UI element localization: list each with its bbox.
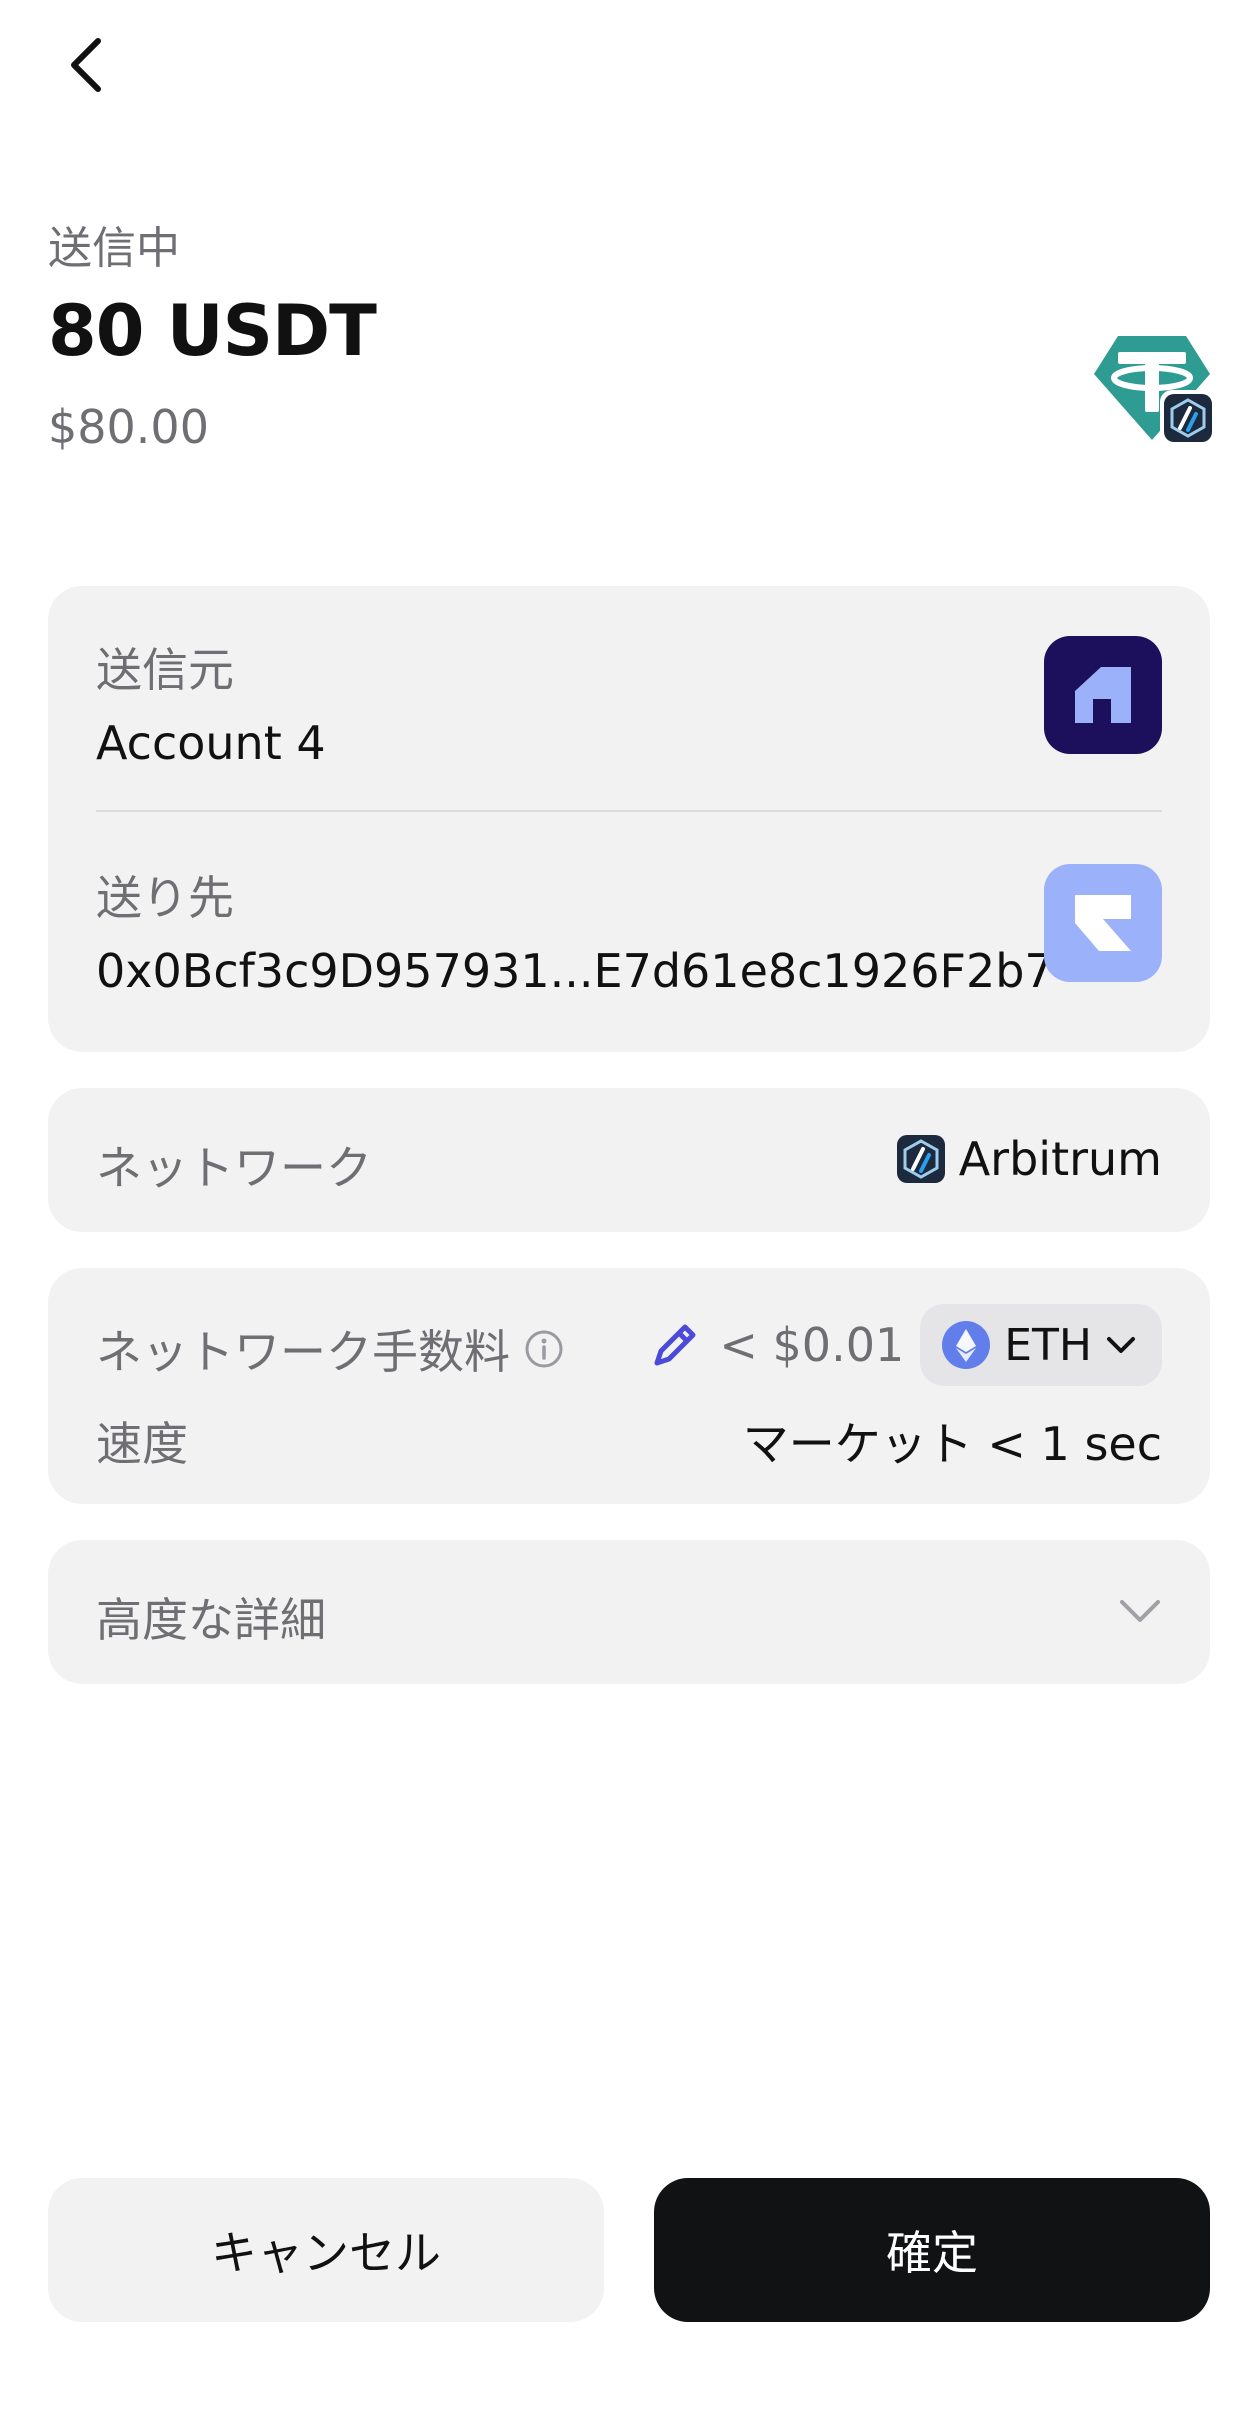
account-logo-icon: [1075, 667, 1131, 723]
chevron-down-icon: [1120, 1600, 1160, 1622]
chevron-down-icon: [1107, 1337, 1135, 1353]
fee-currency: ETH: [1004, 1319, 1092, 1371]
to-address-avatar[interactable]: [1044, 864, 1162, 982]
network-label: ネットワーク: [96, 1141, 372, 1195]
speed-label: 速度: [96, 1417, 188, 1471]
speed-value: マーケット < 1 sec: [742, 1417, 1162, 1471]
fee-label-group: ネットワーク手数料: [96, 1316, 564, 1382]
pencil-icon: [654, 1324, 696, 1366]
fee-value-group: < $0.01 ETH: [647, 1304, 1162, 1386]
send-confirmation-screen: 送信中 80 USDT $80.00 送信元 Account 4 送り先 0x0…: [0, 0, 1260, 2430]
cancel-button[interactable]: キャンセル: [48, 2178, 604, 2322]
to-label: 送り先: [96, 871, 234, 925]
fiat-amount: $80.00: [48, 400, 209, 454]
confirm-button[interactable]: 確定: [654, 2178, 1210, 2322]
from-label: 送信元: [96, 643, 234, 697]
edit-fee-button[interactable]: [647, 1317, 703, 1373]
fee-label: ネットワーク手数料: [96, 1325, 510, 1379]
network-card: ネットワーク Arbitrum: [48, 1088, 1210, 1232]
info-icon[interactable]: [524, 1329, 564, 1369]
accounts-card: 送信元 Account 4 送り先 0x0Bcf3c9D957931...E7d…: [48, 586, 1210, 1052]
chevron-left-icon: [71, 38, 101, 92]
recipient-logo-icon: [1075, 895, 1131, 951]
advanced-details-toggle[interactable]: 高度な詳細: [48, 1540, 1210, 1684]
arbitrum-badge-icon: [1160, 390, 1216, 446]
network-value-group: Arbitrum: [896, 1132, 1162, 1186]
sending-label: 送信中: [48, 223, 180, 274]
arbitrum-icon: [896, 1135, 945, 1183]
back-button[interactable]: [56, 30, 116, 100]
to-address: 0x0Bcf3c9D957931...E7d61e8c1926F2b7: [96, 944, 1054, 998]
from-account: Account 4: [96, 716, 326, 770]
send-amount: 80 USDT: [48, 290, 377, 372]
advanced-details-label: 高度な詳細: [96, 1593, 326, 1647]
fee-amount: < $0.01: [719, 1318, 905, 1372]
network-value: Arbitrum: [958, 1132, 1162, 1186]
fee-currency-dropdown[interactable]: ETH: [920, 1304, 1162, 1386]
divider: [96, 810, 1162, 812]
ethereum-icon: [942, 1321, 991, 1369]
from-account-avatar[interactable]: [1044, 636, 1162, 754]
fee-card: ネットワーク手数料 < $0.01 ETH 速度 マーケット < 1 sec: [48, 1268, 1210, 1504]
